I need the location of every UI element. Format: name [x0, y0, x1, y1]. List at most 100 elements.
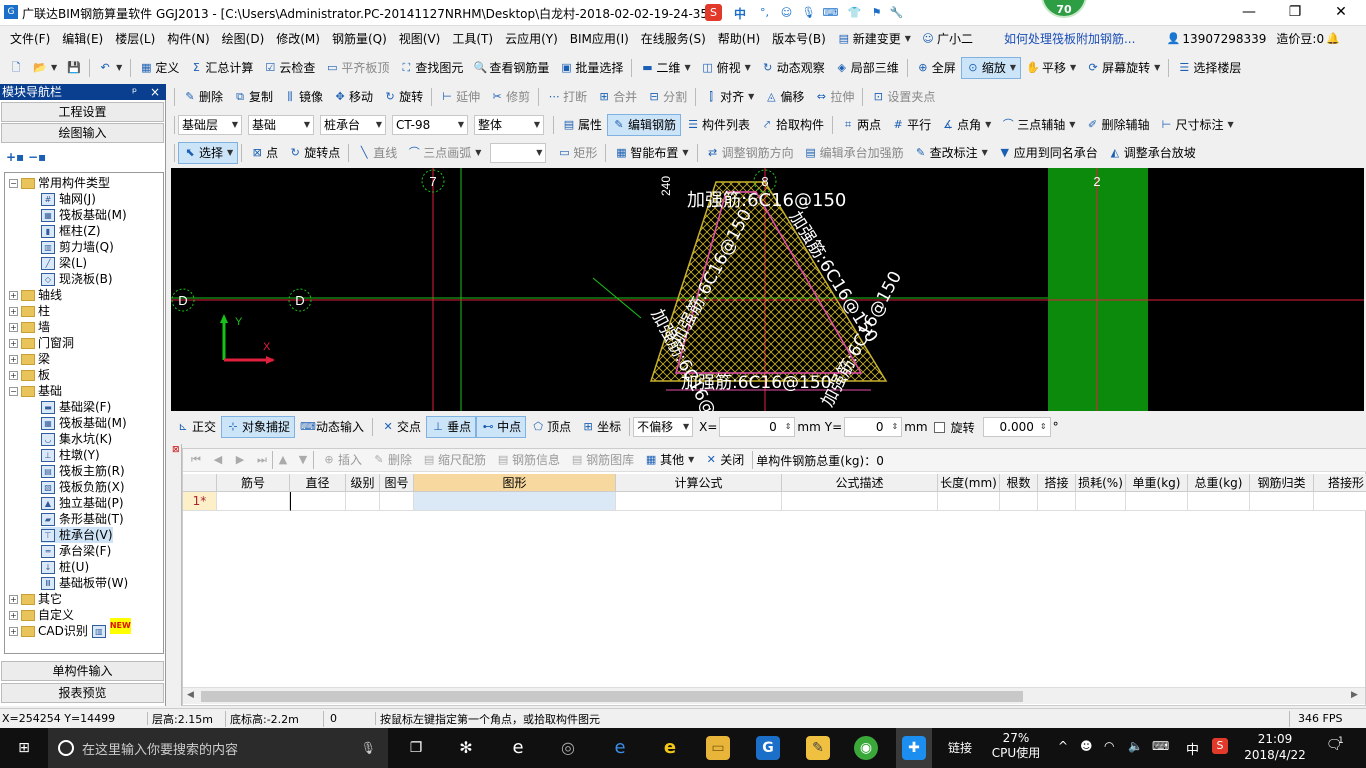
emoji-icon[interactable]: ☺	[778, 4, 795, 21]
grid-delete-button[interactable]: ✎ 删除	[367, 449, 417, 471]
dynamic-input-button[interactable]: ⌨ 动态输入	[295, 416, 369, 438]
point-angle-button[interactable]: ∡ 点角 ▼	[936, 114, 996, 136]
view-rebar-qty-button[interactable]: 🔍 查看钢筋量	[468, 57, 554, 79]
cell-lap-form[interactable]	[1314, 492, 1366, 511]
keyboard-icon[interactable]: ⌨	[822, 4, 839, 21]
view-2d-dropdown[interactable]: ▬ 二维 ▼	[635, 57, 695, 79]
tree-item-sump[interactable]: ◡ 集水坑(K)	[41, 431, 112, 447]
wifi-icon[interactable]: ◠	[1104, 739, 1114, 753]
cpu-meter[interactable]: 27% CPU使用	[990, 731, 1042, 761]
expand-icon[interactable]: +	[9, 626, 18, 636]
cell-length[interactable]	[938, 492, 1000, 511]
tree-node-column[interactable]: + 柱	[9, 303, 50, 319]
cell-total-weight[interactable]	[1188, 492, 1250, 511]
project-settings-button[interactable]: 工程设置	[1, 102, 164, 122]
col-header-lap[interactable]: 搭接	[1038, 474, 1076, 492]
clock[interactable]: 21:09 2018/4/22	[1240, 731, 1310, 763]
tree-item-isolated-footing[interactable]: ▲ 独立基础(P)	[41, 495, 124, 511]
select-floor-button[interactable]: ☰ 选择楼层	[1172, 57, 1246, 79]
merge-button[interactable]: ⊞ 合并	[592, 86, 642, 108]
define-button[interactable]: ▦ 定义	[134, 57, 184, 79]
cell-shape-no[interactable]	[380, 492, 414, 511]
zaojia-button[interactable]: 造价豆:0 🔔	[1271, 28, 1345, 50]
line-button[interactable]: ╲ 直线	[352, 142, 402, 164]
split-button[interactable]: ⊟ 分割	[642, 86, 692, 108]
component-type-select[interactable]: 桩承台 ▼	[320, 114, 386, 135]
three-point-arc-button[interactable]: ⌒ 三点画弧 ▼	[402, 142, 486, 164]
summary-calc-button[interactable]: Σ 汇总计算	[184, 57, 258, 79]
tree-node-custom[interactable]: + 自定义	[9, 607, 74, 623]
expand-all-icon[interactable]: +▪	[6, 150, 24, 164]
scroll-right-icon[interactable]: ▶	[1351, 690, 1358, 700]
coordinate-snap-button[interactable]: ⊞ 坐标	[576, 416, 626, 438]
menu-draw[interactable]: 绘图(D)	[216, 26, 271, 52]
copy-button[interactable]: ⧉ 复制	[228, 86, 278, 108]
last-record-icon[interactable]: ⏭	[255, 453, 269, 467]
col-header-total-weight[interactable]: 总重(kg)	[1188, 474, 1250, 492]
menu-view[interactable]: 视图(V)	[393, 26, 447, 52]
menu-version[interactable]: 版本号(B)	[766, 26, 832, 52]
active-app-slot[interactable]: ✚	[896, 728, 932, 768]
menu-rebar-qty[interactable]: 钢筋量(Q)	[326, 26, 393, 52]
edit-annotation-button[interactable]: ✎ 查改标注 ▼	[909, 142, 993, 164]
cell-category[interactable]	[1250, 492, 1314, 511]
tree-item-beam[interactable]: ╱ 梁(L)	[41, 255, 87, 271]
rebar-label-top[interactable]: 加强筋:6C16@150	[687, 190, 846, 211]
volume-icon[interactable]: 🔈	[1128, 739, 1143, 753]
tree-node-common[interactable]: − 常用构件类型	[9, 175, 110, 191]
spinner-icon[interactable]: ⇕	[1040, 418, 1047, 436]
mirror-button[interactable]: ⫼ 镜像	[278, 86, 328, 108]
notes-app-icon[interactable]: ✎	[806, 736, 830, 760]
intersection-snap-button[interactable]: ✕ 交点	[376, 416, 426, 438]
menu-bim[interactable]: BIM应用(I)	[564, 26, 635, 52]
dimension-button[interactable]: ⊢ 尺寸标注 ▼	[1154, 114, 1238, 136]
collapse-all-icon[interactable]: −▪	[28, 150, 46, 164]
three-point-axis-button[interactable]: ⌒ 三点辅轴 ▼	[996, 114, 1080, 136]
tree-item-raft-foundation[interactable]: ▦ 筏板基础(M)	[41, 415, 127, 431]
y-input[interactable]: 0 ⇕	[844, 417, 903, 437]
scrollbar-thumb[interactable]	[201, 691, 1023, 702]
col-header-category[interactable]: 钢筋归类	[1250, 474, 1314, 492]
ortho-button[interactable]: ⊾ 正交	[171, 416, 221, 438]
punctuation-icon[interactable]: °,	[756, 4, 773, 21]
tree-item-cap-beam[interactable]: ═ 承台梁(F)	[41, 543, 111, 559]
point-button[interactable]: ⊠ 点	[245, 142, 283, 164]
cell-grade[interactable]	[346, 492, 380, 511]
pinwheel-app-icon[interactable]: ✻	[454, 736, 478, 760]
cloud-check-button[interactable]: ☑ 云检查	[258, 57, 320, 79]
move-up-icon[interactable]: ▲	[276, 453, 290, 467]
properties-button[interactable]: ▤ 属性	[557, 114, 607, 136]
rectangle-button[interactable]: ▭ 矩形	[552, 142, 602, 164]
wrench-icon[interactable]: 🔧	[888, 4, 905, 21]
col-header-unit-weight[interactable]: 单重(kg)	[1126, 474, 1188, 492]
drawing-canvas[interactable]: 7 8 2 D D 240 加强筋:6C16@150 加强筋:6C16@150 …	[171, 168, 1364, 411]
task-view-icon[interactable]: ❐	[404, 736, 428, 760]
edit-cap-rebar-button[interactable]: ▤ 编辑承台加强筋	[799, 142, 909, 164]
drawing-input-button[interactable]: 绘图输入	[1, 123, 164, 143]
perpendicular-snap-button[interactable]: ⊥ 垂点	[426, 416, 477, 438]
swirl-app-icon[interactable]: ◎	[556, 736, 580, 760]
smart-layout-button[interactable]: ▦ 智能布置 ▼	[609, 142, 693, 164]
report-preview-button[interactable]: 报表预览	[1, 683, 164, 703]
rebar-info-button[interactable]: ▤ 钢筋信息	[491, 449, 565, 471]
tree-item-axis-grid[interactable]: # 轴网(J)	[41, 191, 96, 207]
spinner-icon[interactable]: ⇕	[785, 418, 792, 436]
vertex-snap-button[interactable]: ⬠ 顶点	[526, 416, 576, 438]
people-icon[interactable]: ☻	[1080, 739, 1093, 753]
tree-node-openings[interactable]: + 门窗洞	[9, 335, 74, 351]
minimize-button[interactable]: —	[1226, 0, 1272, 26]
tree-item-foundation-strip[interactable]: Ⅲ 基础板带(W)	[41, 575, 128, 591]
expand-icon[interactable]: +	[9, 370, 18, 380]
component-name-select[interactable]: CT-98 ▼	[392, 114, 468, 135]
cell-diameter[interactable]	[290, 492, 346, 511]
col-header-diameter[interactable]: 直径(mm)	[290, 474, 346, 508]
break-button[interactable]: ⋯ 打断	[542, 86, 592, 108]
expand-icon[interactable]: +	[9, 322, 18, 332]
cell-bar-no[interactable]	[217, 492, 290, 511]
category-select[interactable]: 基础 ▼	[248, 114, 314, 135]
menu-help[interactable]: 帮助(H)	[712, 26, 766, 52]
undo-button[interactable]: ↶ ▼	[93, 57, 127, 79]
close-button[interactable]: ✕	[1318, 0, 1364, 26]
col-header-bar-no[interactable]: 筋号	[217, 474, 290, 492]
menu-floor[interactable]: 楼层(L)	[109, 26, 161, 52]
